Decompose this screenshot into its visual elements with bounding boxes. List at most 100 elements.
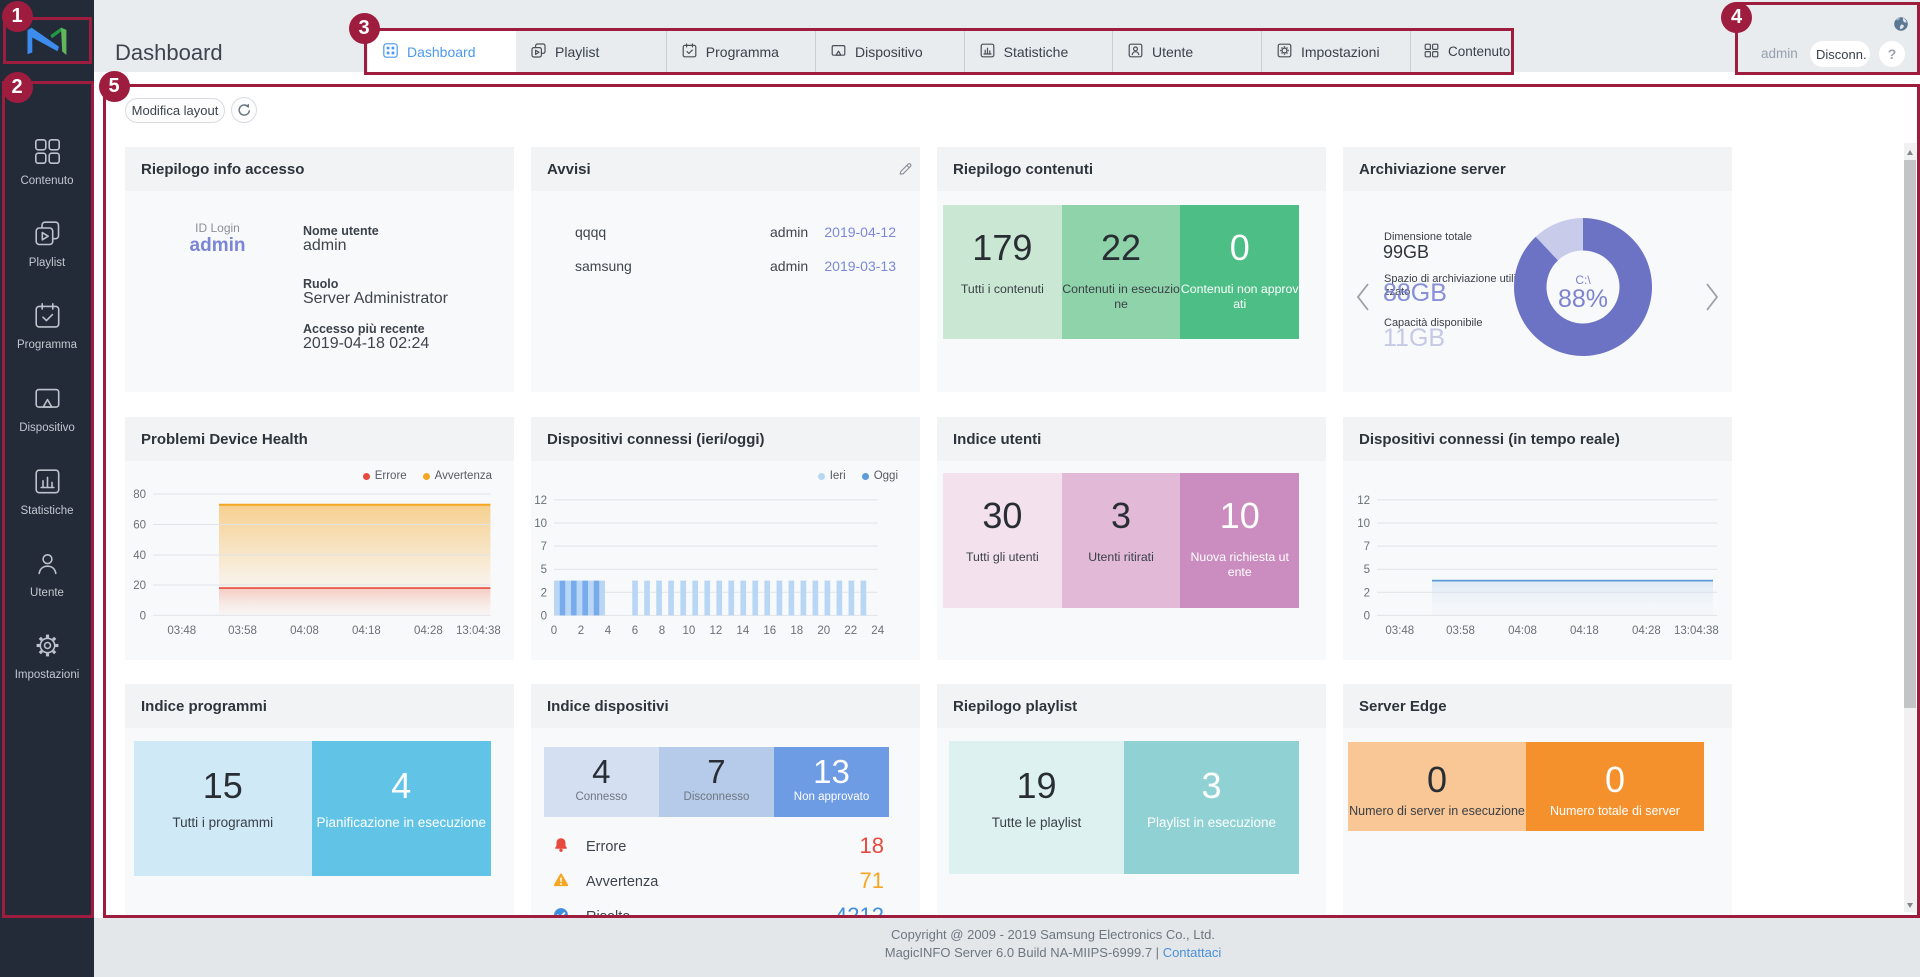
svg-text:24: 24 xyxy=(871,625,884,637)
copyright-line: Copyright @ 2009 - 2019 Samsung Electron… xyxy=(186,927,1920,942)
tile-value: 0 xyxy=(1526,759,1704,801)
sidebar-item-contenuto[interactable]: Contenuto xyxy=(0,138,94,187)
summary-tile[interactable]: 13Non approvato xyxy=(774,747,889,817)
tile-label: Utenti ritirati xyxy=(1071,550,1171,565)
summary-tile[interactable]: 3Utenti ritirati xyxy=(1062,473,1181,608)
card-server-storage: Archiviazione server Dimensione totale 9… xyxy=(1343,147,1732,392)
card-login-summary: Riepilogo info accesso ID Login admin No… xyxy=(125,147,514,392)
svg-text:18: 18 xyxy=(790,625,803,637)
summary-tile[interactable]: 10Nuova richiesta utente xyxy=(1180,473,1299,608)
summary-tile[interactable]: 4Connesso xyxy=(544,747,659,817)
notice-author: admin xyxy=(770,258,808,274)
sidebar-item-impostazioni[interactable]: Impostazioni xyxy=(0,632,94,681)
device-health-chart: 80604020003:4803:5804:0804:1804:2813:04:… xyxy=(125,461,514,660)
refresh-button[interactable] xyxy=(231,97,257,123)
contact-link[interactable]: Contattaci xyxy=(1163,945,1222,960)
svg-text:0: 0 xyxy=(1364,610,1370,622)
language-globe-icon[interactable] xyxy=(1893,16,1909,37)
tile-label: Playlist in esecuzione xyxy=(1117,815,1307,831)
tab-utente[interactable]: Utente xyxy=(1112,31,1261,72)
card-title: Avvisi xyxy=(531,147,920,192)
scrollbar-up-arrow[interactable] xyxy=(1907,150,1913,155)
tab-statistiche[interactable]: Statistiche xyxy=(964,31,1112,72)
tile-value: 13 xyxy=(774,753,889,791)
magicinfo-dashboard-page: Contenuto Playlist Programma Dispositivo… xyxy=(0,0,1920,977)
sidebar-item-label: Programma xyxy=(17,339,77,351)
scrollbar-down-arrow[interactable] xyxy=(1907,903,1913,908)
magicinfo-logo[interactable] xyxy=(26,25,68,57)
summary-tile[interactable]: 4Pianificazione in esecuzione xyxy=(312,741,491,876)
svg-text:04:18: 04:18 xyxy=(1570,625,1599,637)
summary-tile[interactable]: 0Numero di server in esecuzione xyxy=(1348,742,1526,831)
sidebar-item-dispositivo[interactable]: Dispositivo xyxy=(0,385,94,434)
device-status-row: Avvertenza71 xyxy=(553,871,884,893)
tile-label: Disconnesso xyxy=(660,790,772,804)
card-schedules-index: Indice programmi 15Tutti i programmi4Pia… xyxy=(125,684,514,918)
sidebar-item-playlist[interactable]: Playlist xyxy=(0,220,94,269)
tile-value: 0 xyxy=(1348,759,1526,801)
svg-text:12: 12 xyxy=(534,495,547,507)
notice-row: qqqqadmin2019-04-12 xyxy=(575,224,896,244)
summary-tile[interactable]: 0Contenuti non approvati xyxy=(1180,205,1299,339)
sidebar-item-statistiche[interactable]: Statistiche xyxy=(0,468,94,517)
tab-dispositivo[interactable]: Dispositivo xyxy=(815,31,964,72)
edit-layout-button[interactable]: Modifica layout xyxy=(125,98,225,123)
svg-text:4: 4 xyxy=(605,625,612,637)
tab-dashboard[interactable]: Dashboard xyxy=(368,31,516,72)
summary-tile[interactable]: 22Contenuti in esecuzione xyxy=(1062,205,1181,339)
notice-title: samsung xyxy=(575,258,632,274)
storage-next-arrow[interactable] xyxy=(1702,281,1722,318)
storage-prev-arrow[interactable] xyxy=(1353,281,1373,318)
tab-impostazioni[interactable]: Impostazioni xyxy=(1261,31,1410,72)
devices-index-tiles: 4Connesso7Disconnesso13Non approvato xyxy=(544,747,889,817)
sidebar-item-label: Statistiche xyxy=(20,505,73,517)
sidebar-item-programma[interactable]: Programma xyxy=(0,302,94,351)
card-title: Indice dispositivi xyxy=(531,684,920,729)
login-id-value: admin xyxy=(175,235,260,257)
svg-text:13:04:38: 13:04:38 xyxy=(456,625,501,637)
tab-programma[interactable]: Programma xyxy=(666,31,815,72)
summary-tile[interactable]: 3Playlist in esecuzione xyxy=(1124,741,1299,874)
card-title: Riepilogo playlist xyxy=(937,684,1326,729)
tile-value: 22 xyxy=(1062,227,1181,269)
svg-text:8: 8 xyxy=(659,625,665,637)
disconnect-button[interactable]: Disconn. xyxy=(1810,41,1870,67)
edit-notices-pencil-icon[interactable] xyxy=(897,161,913,182)
field-label: Ruolo xyxy=(303,277,338,291)
svg-text:7: 7 xyxy=(1364,541,1370,553)
sidebar-item-utente[interactable]: Utente xyxy=(0,550,94,599)
tab-label: Statistiche xyxy=(1004,44,1069,60)
tile-value: 15 xyxy=(134,765,313,807)
notice-date-link[interactable]: 2019-04-12 xyxy=(824,224,896,240)
sidebar-item-label: Impostazioni xyxy=(15,669,80,681)
tab-label: Impostazioni xyxy=(1301,44,1380,60)
dashboard-icon xyxy=(383,43,407,61)
connected-daily-chart: 12107520024681012141618202224 xyxy=(531,461,920,660)
svg-text:04:08: 04:08 xyxy=(1508,625,1537,637)
tab-contenuto[interactable]: Contenuto xyxy=(1410,31,1514,72)
summary-tile[interactable]: 15Tutti i programmi xyxy=(134,741,313,876)
card-title: Riepilogo contenuti xyxy=(937,147,1326,192)
tab-playlist[interactable]: Playlist xyxy=(516,31,666,72)
svg-text:10: 10 xyxy=(682,625,695,637)
playlist-icon xyxy=(531,43,555,61)
svg-text:5: 5 xyxy=(541,564,547,576)
tile-label: Pianificazione in esecuzione xyxy=(306,815,496,831)
sidebar-item-label: Dispositivo xyxy=(19,422,75,434)
summary-tile[interactable]: 30Tutti gli utenti xyxy=(943,473,1062,608)
summary-tile[interactable]: 0Numero totale di server xyxy=(1526,742,1704,831)
summary-tile[interactable]: 179Tutti i contenuti xyxy=(943,205,1062,339)
card-content-summary: Riepilogo contenuti 179Tutti i contenuti… xyxy=(937,147,1326,392)
connected-realtime-chart: 1210752003:4803:5804:0804:1804:2813:04:3… xyxy=(1343,461,1732,660)
svg-text:6: 6 xyxy=(632,625,638,637)
help-button[interactable]: ? xyxy=(1879,41,1905,67)
summary-tile[interactable]: 19Tutte le playlist xyxy=(949,741,1124,874)
notice-date-link[interactable]: 2019-03-13 xyxy=(824,258,896,274)
svg-text:10: 10 xyxy=(534,518,547,530)
summary-tile[interactable]: 7Disconnesso xyxy=(659,747,774,817)
field-label: Nome utente xyxy=(303,224,379,238)
scrollbar-thumb[interactable] xyxy=(1904,160,1916,708)
tab-label: Contenuto xyxy=(1448,44,1510,59)
svg-text:04:28: 04:28 xyxy=(1632,625,1661,637)
tile-value: 0 xyxy=(1180,227,1299,269)
